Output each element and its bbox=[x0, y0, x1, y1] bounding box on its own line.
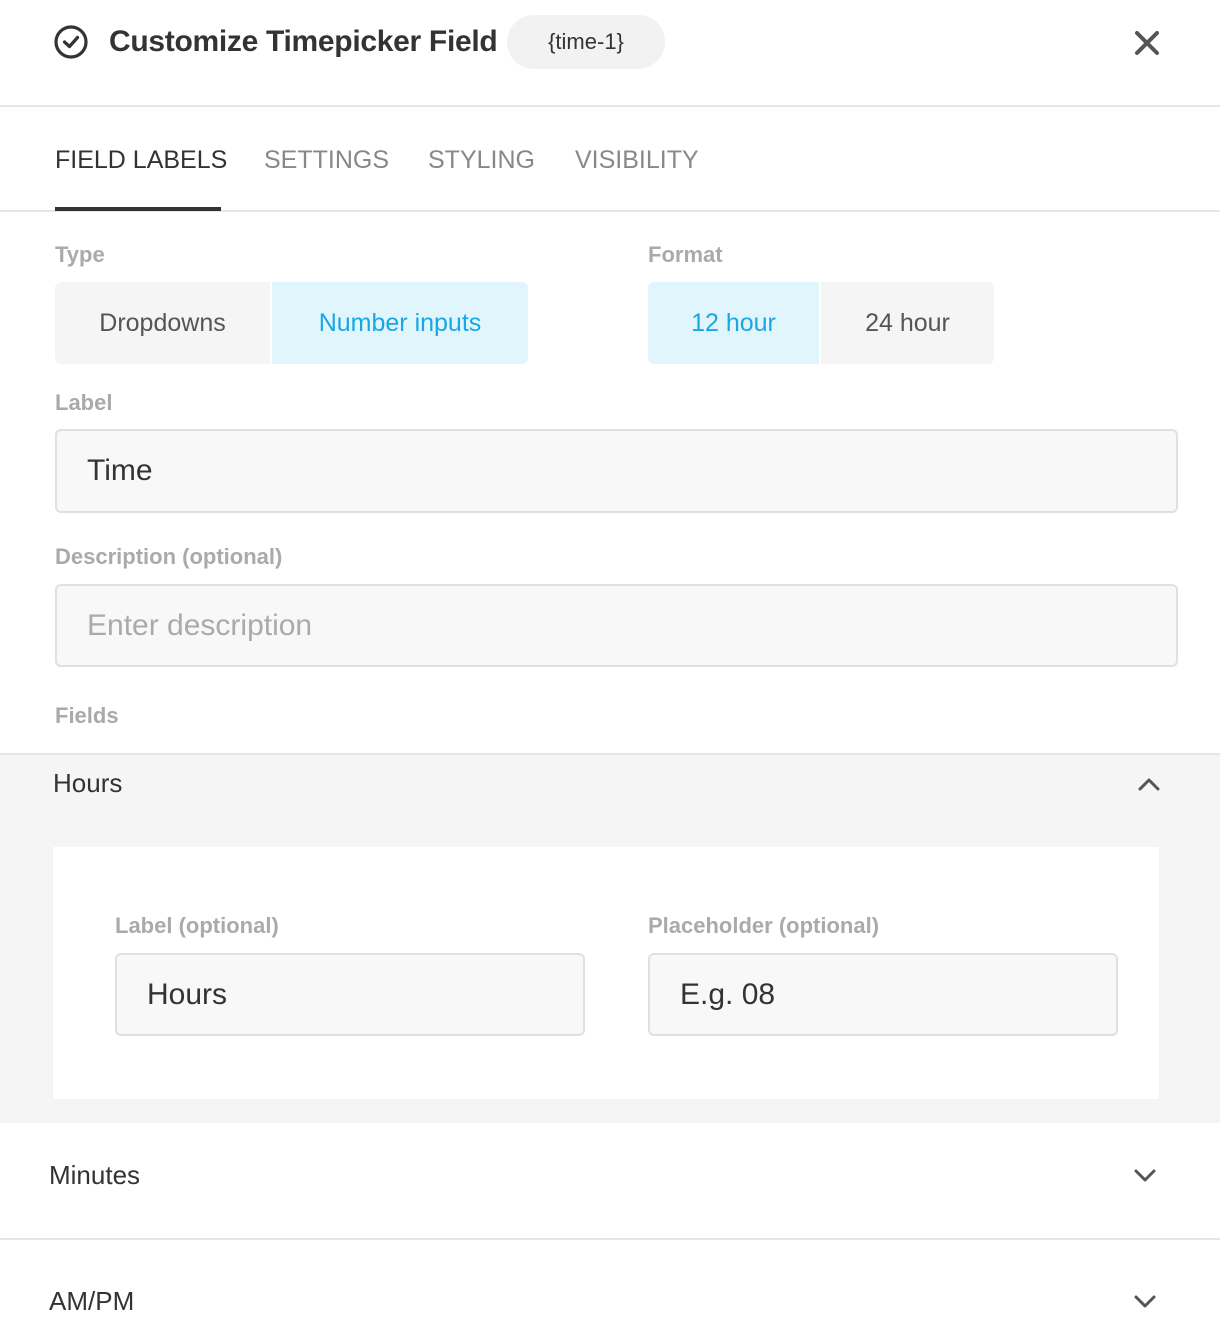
type-number-inputs-option[interactable]: Number inputs bbox=[272, 282, 528, 364]
hours-placeholder-field-label: Placeholder (optional) bbox=[648, 913, 880, 938]
minutes-accordion-header[interactable]: Minutes bbox=[49, 1159, 140, 1191]
hours-accordion: Hours Label (optional) Placeholder (opti… bbox=[0, 753, 1220, 1123]
close-button[interactable] bbox=[1127, 23, 1167, 63]
chevron-down-icon[interactable] bbox=[1131, 1288, 1159, 1316]
label-input[interactable] bbox=[55, 429, 1178, 513]
fields-section-label: Fields bbox=[55, 703, 119, 728]
type-dropdowns-option[interactable]: Dropdowns bbox=[55, 282, 270, 364]
tab-visibility[interactable]: VISIBILITY bbox=[575, 145, 699, 175]
modal-title: Customize Timepicker Field bbox=[109, 25, 498, 58]
hours-label-field-label: Label (optional) bbox=[115, 913, 279, 938]
hours-settings-card: Label (optional) Placeholder (optional) bbox=[53, 847, 1159, 1099]
format-12-hour-option[interactable]: 12 hour bbox=[648, 282, 819, 364]
chevron-up-icon[interactable] bbox=[1135, 770, 1163, 798]
tab-field-labels[interactable]: FIELD LABELS bbox=[55, 145, 227, 175]
tab-styling[interactable]: STYLING bbox=[428, 145, 535, 175]
label-field-label: Label bbox=[55, 390, 113, 415]
chevron-down-icon[interactable] bbox=[1131, 1162, 1159, 1190]
modal-header: Customize Timepicker Field {time-1} bbox=[0, 0, 1220, 107]
tab-settings[interactable]: SETTINGS bbox=[264, 145, 389, 175]
type-label: Type bbox=[55, 242, 105, 267]
tab-bar: FIELD LABELS SETTINGS STYLING VISIBILITY bbox=[0, 107, 1220, 212]
field-id-tag: {time-1} bbox=[507, 15, 665, 69]
accordion-divider bbox=[0, 1238, 1220, 1240]
hours-placeholder-input[interactable] bbox=[648, 953, 1118, 1036]
description-field-label: Description (optional) bbox=[55, 544, 283, 569]
hours-accordion-header[interactable]: Hours bbox=[53, 767, 122, 799]
hours-label-input[interactable] bbox=[115, 953, 585, 1036]
clock-icon bbox=[54, 25, 88, 59]
format-24-hour-option[interactable]: 24 hour bbox=[821, 282, 994, 364]
description-input[interactable] bbox=[55, 584, 1178, 667]
ampm-accordion-header[interactable]: AM/PM bbox=[49, 1285, 134, 1317]
active-tab-indicator bbox=[55, 207, 221, 211]
format-label: Format bbox=[648, 242, 723, 267]
close-icon bbox=[1135, 31, 1159, 55]
